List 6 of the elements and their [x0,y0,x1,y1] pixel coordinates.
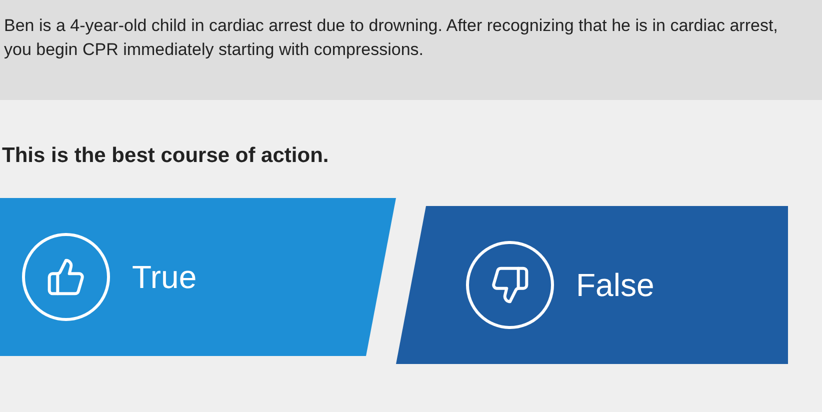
scenario-text: Ben is a 4-year-old child in cardiac arrest due to drowning. After recognizing that he is in cardiac arrest, you begin CPR immediately starting with compressions. [4,15,779,61]
thumbs-down-icon [466,241,554,329]
answer-button[interactable]: False [396,206,788,364]
question-text: This is the best course of action. [2,144,330,168]
thumbs-up-icon [22,233,110,321]
answer-button[interactable]: True [0,198,396,356]
